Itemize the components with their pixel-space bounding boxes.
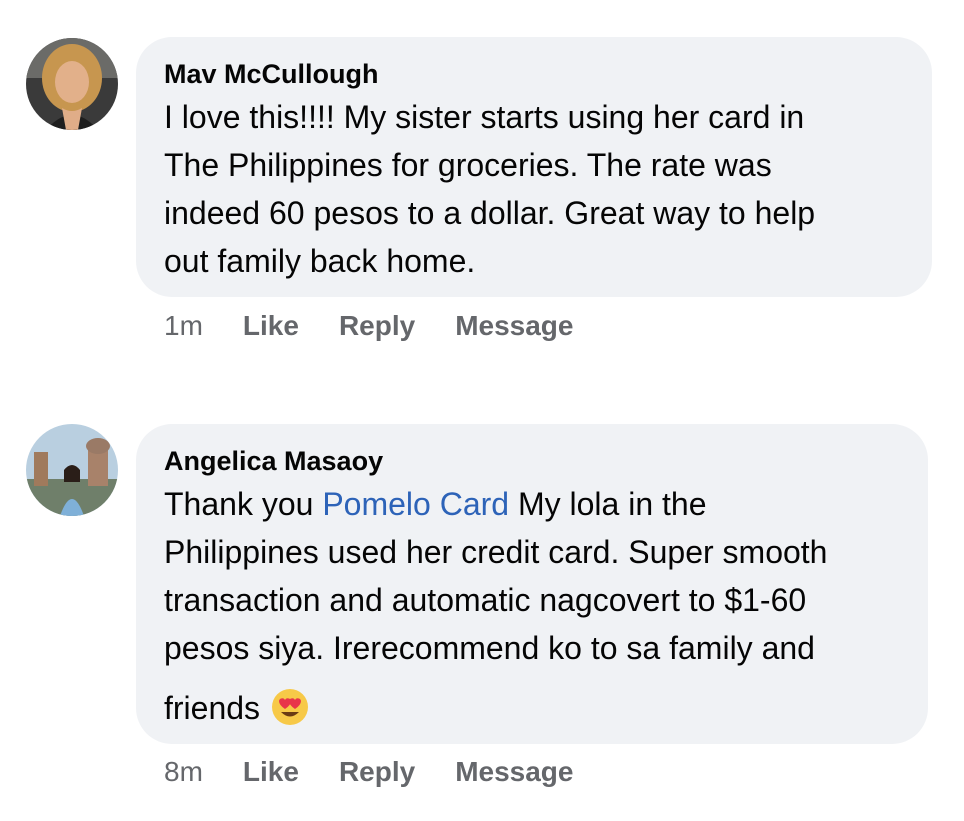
comment-text-line: pesos siya. Irerecommend ko to sa family… (164, 630, 815, 666)
comment-text: Thank you Pomelo Card My lola in the Phi… (164, 480, 900, 732)
comment-text-line: indeed 60 pesos to a dollar. Great way t… (164, 195, 816, 231)
comment-actions: 8m Like Reply Message (164, 756, 613, 788)
comment-text-fragment: Thank you (164, 486, 323, 522)
heart-eyes-emoji-icon (272, 689, 309, 725)
comment-text-line: Thank you Pomelo Card My lola in the (164, 480, 900, 528)
comment-text-line: transaction and automatic nagcovert to $… (164, 582, 807, 618)
comment-text-line: out family back home. (164, 243, 476, 279)
message-button[interactable]: Message (455, 756, 573, 788)
comment-text-fragment: My lola in the (509, 486, 707, 522)
comment-author[interactable]: Angelica Masaoy (164, 444, 900, 478)
comment-actions: 1m Like Reply Message (164, 310, 613, 342)
reply-button[interactable]: Reply (339, 756, 415, 788)
like-button[interactable]: Like (243, 310, 299, 342)
comment-bubble: Angelica Masaoy Thank you Pomelo Card My… (136, 424, 928, 744)
comment-text-line: Philippines used her credit card. Super … (164, 534, 828, 570)
comment-text-fragment: friends (164, 690, 261, 726)
comment-text-line: I love this!!!! My sister starts using h… (164, 99, 805, 135)
avatar[interactable] (26, 38, 118, 130)
comment-text-line: friends (164, 684, 900, 732)
message-button[interactable]: Message (455, 310, 573, 342)
reply-button[interactable]: Reply (339, 310, 415, 342)
like-button[interactable]: Like (243, 756, 299, 788)
comment-text-line: The Philippines for groceries. The rate … (164, 147, 772, 183)
comment-timestamp[interactable]: 8m (164, 756, 203, 788)
comment-text: I love this!!!! My sister starts using h… (164, 93, 904, 285)
comment-bubble: Mav McCullough I love this!!!! My sister… (136, 37, 932, 297)
comment-author[interactable]: Mav McCullough (164, 57, 904, 91)
comment-timestamp[interactable]: 1m (164, 310, 203, 342)
mention-link[interactable]: Pomelo Card (322, 486, 509, 522)
avatar[interactable] (26, 424, 118, 516)
